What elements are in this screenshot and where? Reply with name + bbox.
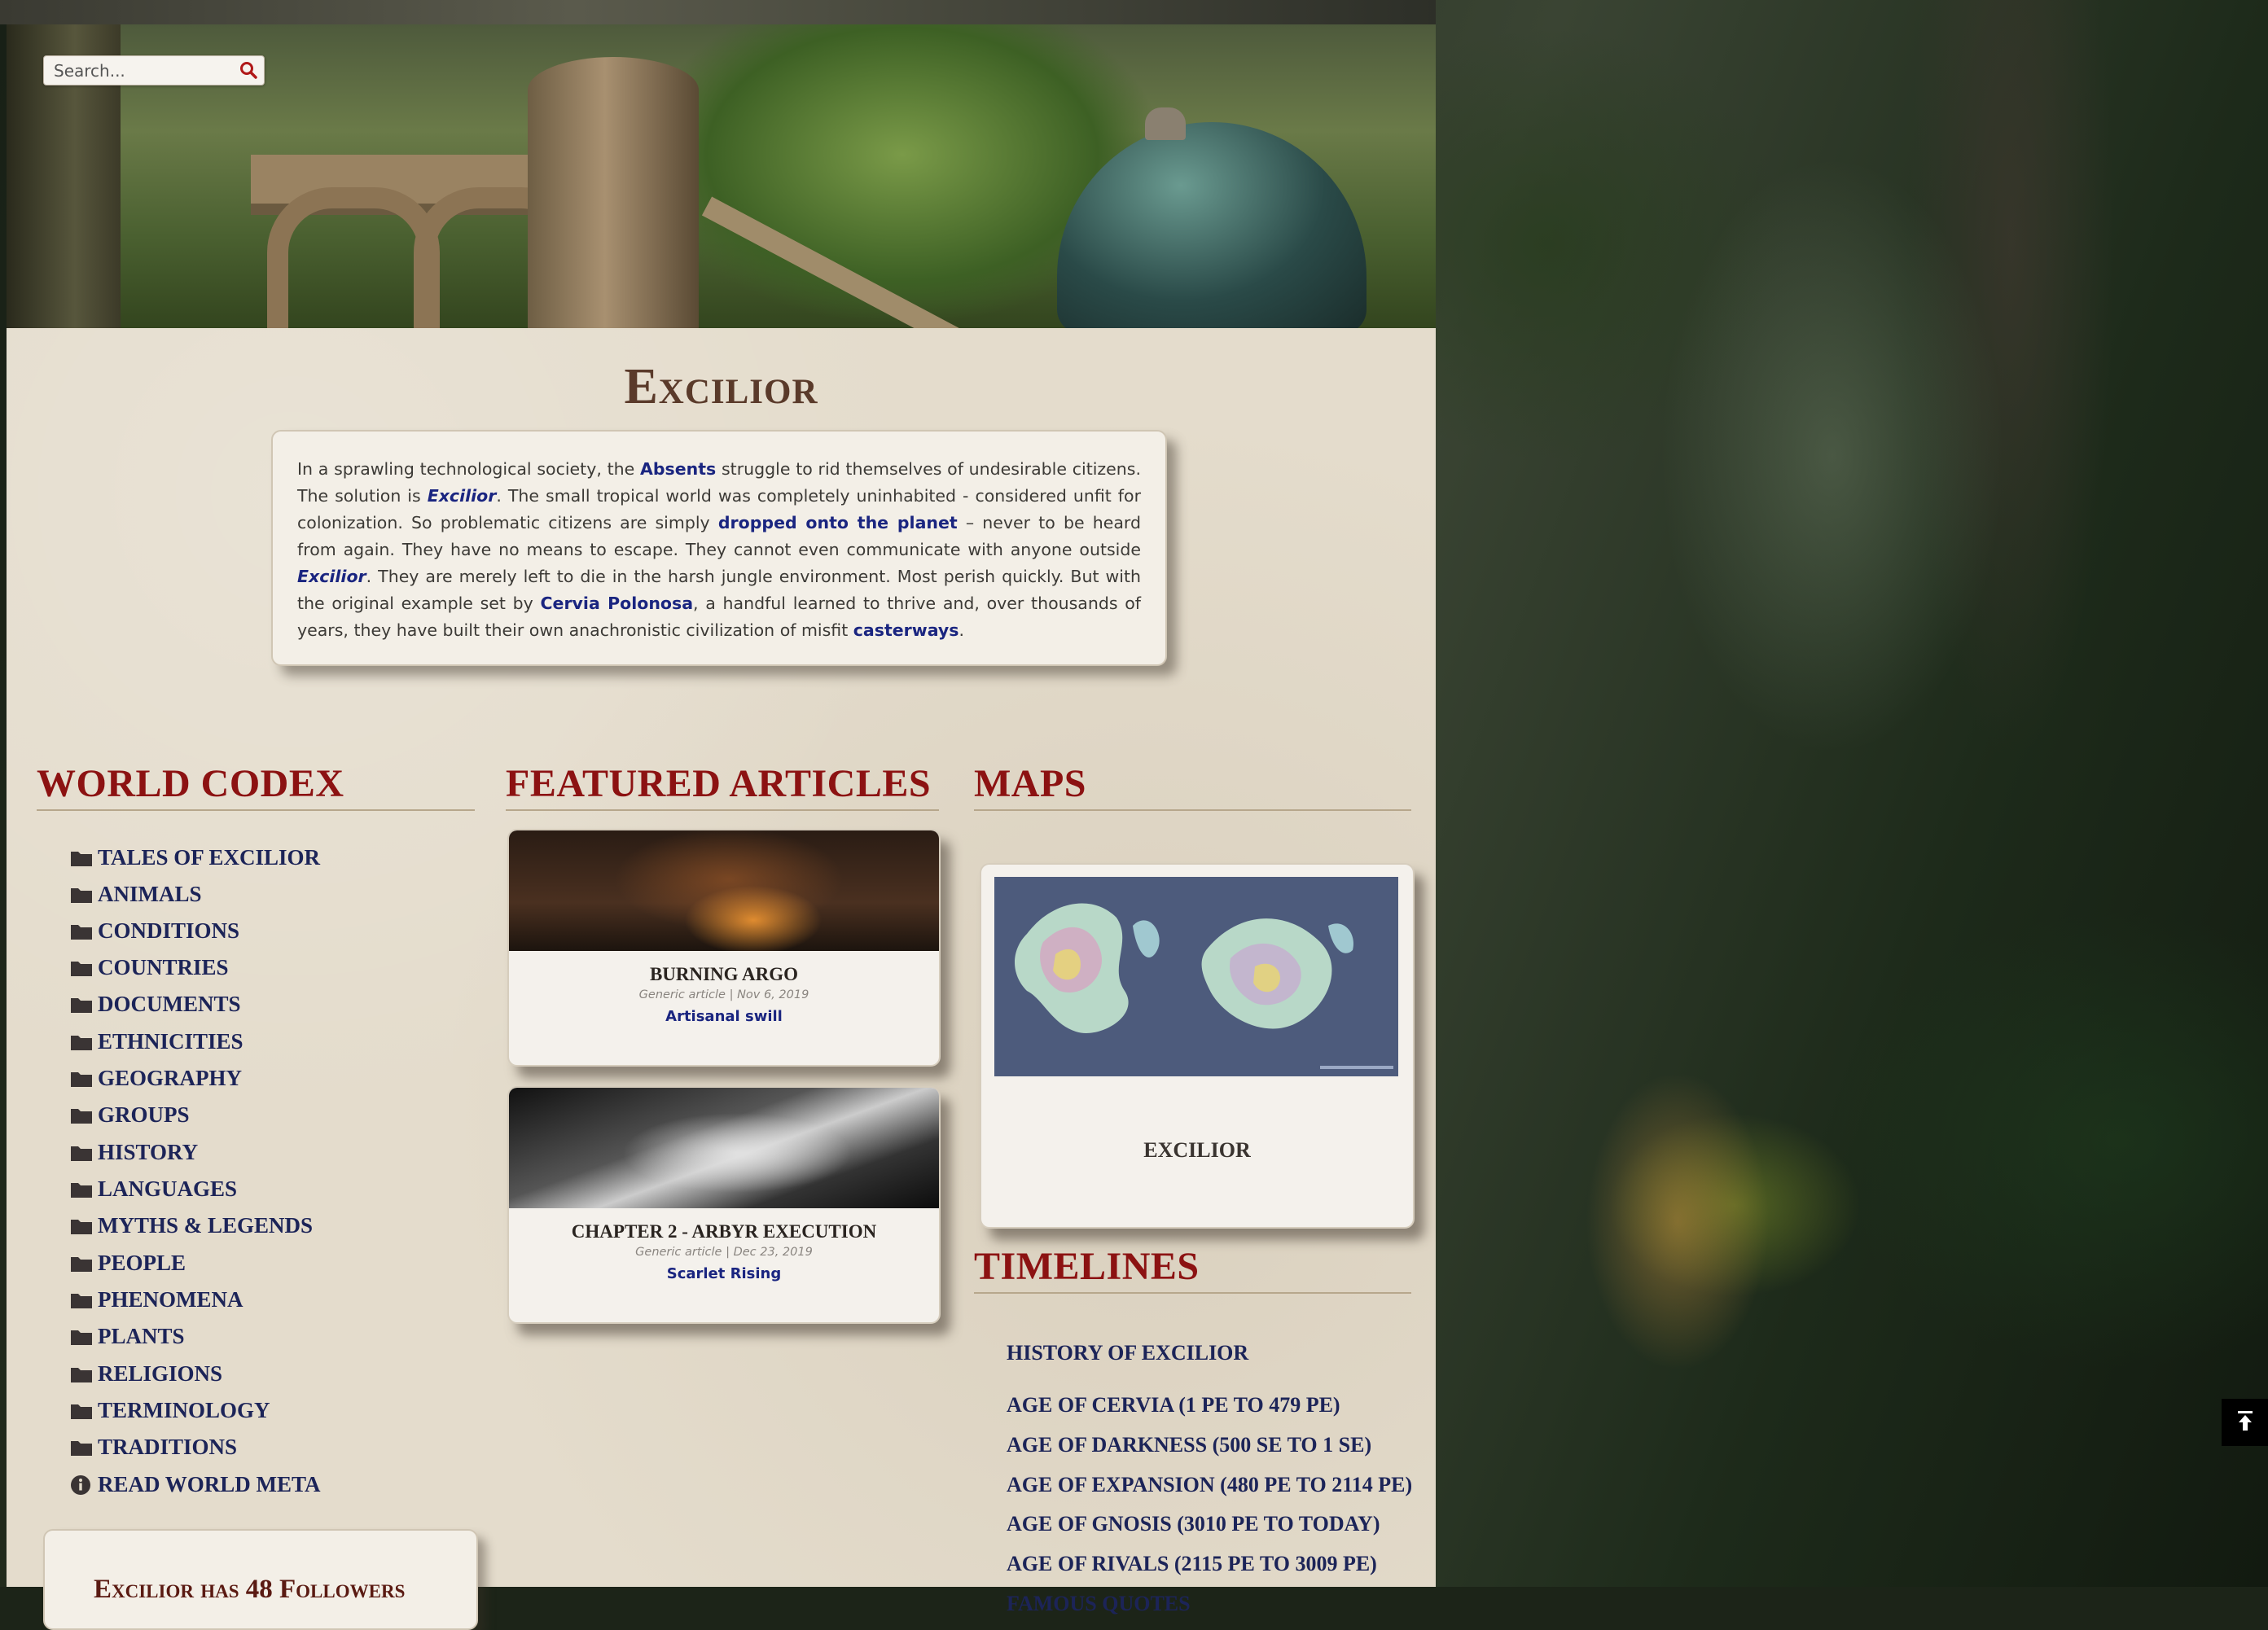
codex-item-groups[interactable]: GROUPS: [70, 1098, 190, 1132]
codex-item-label: TERMINOLOGY: [98, 1397, 270, 1422]
codex-item-label: ETHNICITIES: [98, 1028, 243, 1054]
timelines-heading: TIMELINES: [974, 1244, 1411, 1294]
codex-item-label: DOCUMENTS: [98, 991, 241, 1016]
folder-icon: [70, 1032, 93, 1051]
link-casterways[interactable]: casterways: [853, 620, 959, 640]
main-column: Excilior In a sprawling technological so…: [7, 24, 1436, 1630]
codex-item-history[interactable]: HISTORY: [70, 1135, 198, 1169]
followers-box: Excilior has 48 Followers: [43, 1529, 478, 1630]
link-dropped-onto-planet[interactable]: dropped onto the planet: [718, 513, 958, 532]
codex-item-traditions[interactable]: TRADITIONS: [70, 1430, 237, 1464]
codex-item-ethnicities[interactable]: ETHNICITIES: [70, 1024, 243, 1058]
codex-item-label: GEOGRAPHY: [98, 1065, 243, 1090]
folder-icon: [70, 994, 93, 1014]
codex-item-label: CONDITIONS: [98, 918, 240, 943]
codex-item-languages[interactable]: LANGUAGES: [70, 1172, 237, 1206]
folder-icon: [70, 1253, 93, 1273]
codex-item-label: PEOPLE: [98, 1250, 186, 1275]
folder-icon: [70, 1437, 93, 1457]
codex-item-animals[interactable]: ANIMALS: [70, 877, 202, 911]
timeline-item-cervia[interactable]: AGE OF CERVIA (1 PE TO 479 PE): [1007, 1393, 1340, 1417]
card-link[interactable]: Scarlet Rising: [509, 1265, 939, 1282]
timeline-item-history[interactable]: HISTORY OF EXCILIOR: [1007, 1341, 1248, 1365]
codex-item-terminology[interactable]: TERMINOLOGY: [70, 1393, 270, 1427]
codex-item-label: HISTORY: [98, 1139, 199, 1164]
page-title: Excilior: [624, 359, 818, 414]
codex-item-people[interactable]: PEOPLE: [70, 1246, 186, 1280]
timeline-item-famous-quotes[interactable]: FAMOUS QUOTES: [1007, 1592, 1191, 1616]
codex-item-label: LANGUAGES: [98, 1176, 238, 1201]
folder-icon: [70, 1216, 93, 1235]
folder-icon: [70, 1179, 93, 1198]
link-cervia-polonosa[interactable]: Cervia Polonosa: [541, 594, 694, 613]
card-title: CHAPTER 2 - ARBYR EXECUTION: [571, 1221, 877, 1242]
codex-item-tales[interactable]: TALES OF EXCILIOR: [70, 840, 320, 874]
codex-item-label: COUNTRIES: [98, 954, 229, 979]
search-box: [43, 55, 265, 85]
folder-icon: [70, 921, 93, 940]
codex-item-religions[interactable]: RELIGIONS: [70, 1356, 222, 1391]
link-excilior[interactable]: Excilior: [297, 567, 366, 586]
codex-item-label: PHENOMENA: [98, 1286, 243, 1312]
folder-icon: [70, 1400, 93, 1420]
folder-icon: [70, 884, 93, 904]
timeline-item-rivals[interactable]: AGE OF RIVALS (2115 PE TO 3009 PE): [1007, 1552, 1377, 1576]
featured-card-arbyr-execution[interactable]: CHAPTER 2 - ARBYR EXECUTION Generic arti…: [507, 1086, 941, 1324]
codex-item-documents[interactable]: DOCUMENTS: [70, 987, 241, 1021]
intro-text: .: [959, 620, 965, 640]
codex-item-label: PLANTS: [98, 1323, 185, 1348]
codex-item-countries[interactable]: COUNTRIES: [70, 950, 229, 984]
card-image: [509, 830, 939, 951]
world-codex-heading: WORLD CODEX: [37, 761, 475, 811]
codex-item-geography[interactable]: GEOGRAPHY: [70, 1061, 242, 1095]
codex-item-label: RELIGIONS: [98, 1361, 223, 1386]
codex-item-myths-legends[interactable]: MYTHS & LEGENDS: [70, 1208, 313, 1242]
folder-icon: [70, 1068, 93, 1088]
codex-item-label: TALES OF EXCILIOR: [98, 844, 321, 870]
info-icon: [70, 1474, 93, 1495]
header-banner: [7, 24, 1436, 328]
world-map-image: [994, 877, 1398, 1076]
featured-card-burning-argo[interactable]: BURNING ARGO Generic article | Nov 6, 20…: [507, 829, 941, 1067]
card-meta: Generic article | Dec 23, 2019: [635, 1246, 813, 1259]
card-meta: Generic article | Nov 6, 2019: [638, 988, 809, 1001]
folder-icon: [70, 1105, 93, 1124]
back-to-top-button[interactable]: [2222, 1399, 2268, 1446]
timeline-item-gnosis[interactable]: AGE OF GNOSIS (3010 PE TO TODAY): [1007, 1512, 1380, 1536]
search-input[interactable]: [52, 59, 235, 82]
folder-icon: [70, 848, 93, 867]
codex-item-phenomena[interactable]: PHENOMENA: [70, 1282, 243, 1317]
codex-item-label: ANIMALS: [98, 881, 202, 906]
top-strip: [0, 0, 1436, 24]
timeline-item-expansion[interactable]: AGE OF EXPANSION (480 PE TO 2114 PE): [1007, 1473, 1412, 1497]
codex-item-world-meta[interactable]: READ WORLD META: [70, 1467, 321, 1501]
featured-articles-heading: FEATURED ARTICLES: [506, 761, 939, 811]
maps-heading: MAPS: [974, 761, 1411, 811]
search-icon[interactable]: [239, 61, 257, 79]
folder-icon: [70, 1364, 93, 1383]
folder-icon: [70, 1290, 93, 1309]
codex-item-label: GROUPS: [98, 1102, 190, 1127]
followers-count: Excilior has 48 Followers: [94, 1575, 406, 1604]
world-intro: In a sprawling technological society, th…: [271, 430, 1167, 666]
codex-item-conditions[interactable]: CONDITIONS: [70, 914, 239, 948]
card-title: BURNING ARGO: [649, 964, 799, 984]
intro-text: In a sprawling technological society, th…: [297, 459, 640, 479]
card-link[interactable]: Artisanal swill: [509, 1008, 939, 1025]
link-absents[interactable]: Absents: [640, 459, 716, 479]
card-image: [509, 1088, 939, 1208]
folder-icon: [70, 1326, 93, 1346]
map-card-excilior[interactable]: EXCILIOR: [980, 863, 1415, 1229]
folder-icon: [70, 1142, 93, 1162]
codex-item-label: TRADITIONS: [98, 1434, 238, 1459]
codex-item-plants[interactable]: PLANTS: [70, 1319, 185, 1353]
folder-icon: [70, 957, 93, 977]
timeline-item-darkness[interactable]: AGE OF DARKNESS (500 SE TO 1 SE): [1007, 1433, 1371, 1457]
map-label: EXCILIOR: [1143, 1138, 1251, 1162]
codex-item-label: MYTHS & LEGENDS: [98, 1212, 314, 1238]
link-excilior[interactable]: Excilior: [428, 486, 497, 506]
codex-item-label: READ WORLD META: [98, 1471, 321, 1496]
arrow-up-icon: [2236, 1410, 2254, 1435]
